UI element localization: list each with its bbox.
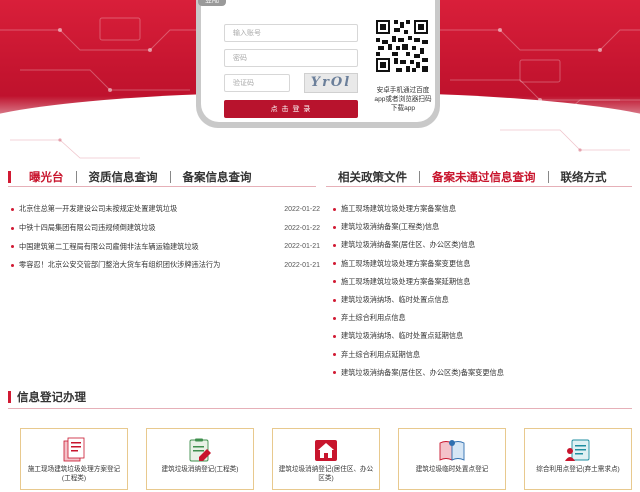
list-item: 中国建筑第二工程局有限公司雇佣非法车辆运输建筑垃圾 2022-01-21 — [8, 237, 320, 256]
left-tabbar: 曝光台 资质信息查询 备案信息查询 — [8, 166, 318, 188]
password-input[interactable] — [224, 49, 358, 67]
card-label: 建筑垃圾消纳登记(工程类) — [161, 466, 239, 473]
filing-link[interactable]: 建筑垃圾消纳备案(居住区、办公区类)备案变更信息 — [341, 368, 504, 378]
card-label: 建筑垃圾消纳登记(居住区、办公区类) — [278, 466, 374, 482]
news-title[interactable]: 中国建筑第二工程局有限公司雇佣非法车辆运输建筑垃圾 — [19, 242, 278, 252]
tab-qualification-query[interactable]: 资质信息查询 — [77, 169, 170, 185]
list-item: 弃土综合利用点信息 — [326, 309, 626, 327]
card-label: 建筑垃圾临时处置点登记 — [415, 466, 489, 473]
captcha-image[interactable]: YrOl — [304, 73, 358, 93]
filing-link[interactable]: 施工现场建筑垃圾处理方案备案变更信息 — [341, 259, 470, 269]
news-date: 2022-01-21 — [284, 261, 320, 269]
filing-link[interactable]: 建筑垃圾消纳场、临时处置点信息 — [341, 295, 449, 305]
card-engineering-disposal[interactable]: 建筑垃圾消纳登记(工程类) — [146, 428, 254, 490]
filing-link[interactable]: 建筑垃圾消纳备案(工程类)信息 — [341, 222, 439, 232]
news-title[interactable]: 北京住总第一开发建设公司未按规定处置建筑垃圾 — [19, 204, 278, 214]
person-document-icon — [565, 439, 590, 461]
section-accent — [8, 391, 11, 403]
left-tab-underline — [8, 186, 316, 187]
tab-policy-files[interactable]: 相关政策文件 — [326, 169, 419, 185]
list-item: 建筑垃圾消纳备案(居住区、办公区类)备案变更信息 — [326, 364, 626, 382]
news-title[interactable]: 零容忍！北京公安交管部门整治大货车有组织团伙涉牌违法行为 — [19, 260, 278, 270]
news-date: 2022-01-21 — [284, 243, 320, 251]
account-input[interactable] — [224, 24, 358, 42]
news-date: 2022-01-22 — [284, 205, 320, 213]
filing-link[interactable]: 建筑垃圾消纳备案(居住区、办公区类)信息 — [341, 240, 475, 250]
tab-rejected-filing-query[interactable]: 备案未通过信息查询 — [420, 169, 548, 185]
exposure-news-list: 北京住总第一开发建设公司未按规定处置建筑垃圾 2022-01-22 中铁十四局集… — [8, 200, 320, 275]
filing-link[interactable]: 施工现场建筑垃圾处理方案备案信息 — [341, 204, 456, 214]
section-title: 信息登记办理 — [17, 392, 86, 404]
list-item: 建筑垃圾消纳备案(工程类)信息 — [326, 218, 626, 236]
list-item: 建筑垃圾消纳场、临时处置点延期信息 — [326, 327, 626, 345]
filing-link[interactable]: 弃土综合利用点延期信息 — [341, 350, 420, 360]
section-underline — [8, 408, 632, 409]
filing-link[interactable]: 施工现场建筑垃圾处理方案备案延期信息 — [341, 277, 470, 287]
filing-link[interactable]: 建筑垃圾消纳场、临时处置点延期信息 — [341, 331, 463, 341]
card-label: 综合利用点登记(弃土需求点) — [536, 466, 620, 473]
card-label: 施工现场建筑垃圾处理方案登记(工程类) — [27, 466, 121, 482]
tab-filing-query[interactable]: 备案信息查询 — [171, 169, 264, 185]
book-icon — [439, 440, 465, 461]
right-tabbar: 相关政策文件 备案未通过信息查询 联络方式 — [326, 166, 640, 188]
list-item: 建筑垃圾消纳备案(居住区、办公区类)信息 — [326, 236, 626, 254]
document-stack-icon — [63, 437, 85, 462]
list-item: 中铁十四局集团有限公司违规倾倒建筑垃圾 2022-01-22 — [8, 219, 320, 238]
house-icon — [315, 440, 337, 461]
tab-exposure[interactable]: 曝光台 — [17, 169, 76, 185]
registration-cards: 施工现场建筑垃圾处理方案登记(工程类) 建筑垃圾消纳登记(工程类) 建筑垃圾消纳… — [20, 428, 632, 490]
card-temporary-site[interactable]: 建筑垃圾临时处置点登记 — [398, 428, 506, 490]
news-date: 2022-01-22 — [284, 224, 320, 232]
clipboard-pen-icon — [189, 438, 211, 462]
list-item: 零容忍！北京公安交管部门整治大货车有组织团伙涉牌违法行为 2022-01-21 — [8, 256, 320, 275]
list-item: 施工现场建筑垃圾处理方案备案变更信息 — [326, 255, 626, 273]
filing-link[interactable]: 弃土综合利用点信息 — [341, 313, 406, 323]
right-tab-underline — [326, 186, 632, 187]
card-reuse-site[interactable]: 综合利用点登记(弃土需求点) — [524, 428, 632, 490]
login-tab[interactable]: 登陆 — [198, 0, 226, 6]
card-construction-plan[interactable]: 施工现场建筑垃圾处理方案登记(工程类) — [20, 428, 128, 490]
card-residential-disposal[interactable]: 建筑垃圾消纳登记(居住区、办公区类) — [272, 428, 380, 490]
filing-info-list: 施工现场建筑垃圾处理方案备案信息 建筑垃圾消纳备案(工程类)信息 建筑垃圾消纳备… — [326, 200, 626, 382]
list-item: 建筑垃圾消纳场、临时处置点信息 — [326, 291, 626, 309]
list-item: 施工现场建筑垃圾处理方案备案延期信息 — [326, 273, 626, 291]
qr-caption: 安卓手机通过百度app或者浏览器扫码下载app — [374, 87, 432, 112]
list-item: 弃土综合利用点延期信息 — [326, 346, 626, 364]
captcha-input[interactable] — [224, 74, 290, 92]
news-title[interactable]: 中铁十四局集团有限公司违规倾倒建筑垃圾 — [19, 223, 278, 233]
tab-contact[interactable]: 联络方式 — [549, 169, 619, 185]
login-button[interactable]: 点 击 登 录 — [224, 100, 358, 118]
list-item: 施工现场建筑垃圾处理方案备案信息 — [326, 200, 626, 218]
qr-code-icon — [374, 18, 430, 74]
list-item: 北京住总第一开发建设公司未按规定处置建筑垃圾 2022-01-22 — [8, 200, 320, 219]
registration-section-header: 信息登记办理 — [8, 388, 86, 406]
tab-accent — [8, 171, 11, 183]
